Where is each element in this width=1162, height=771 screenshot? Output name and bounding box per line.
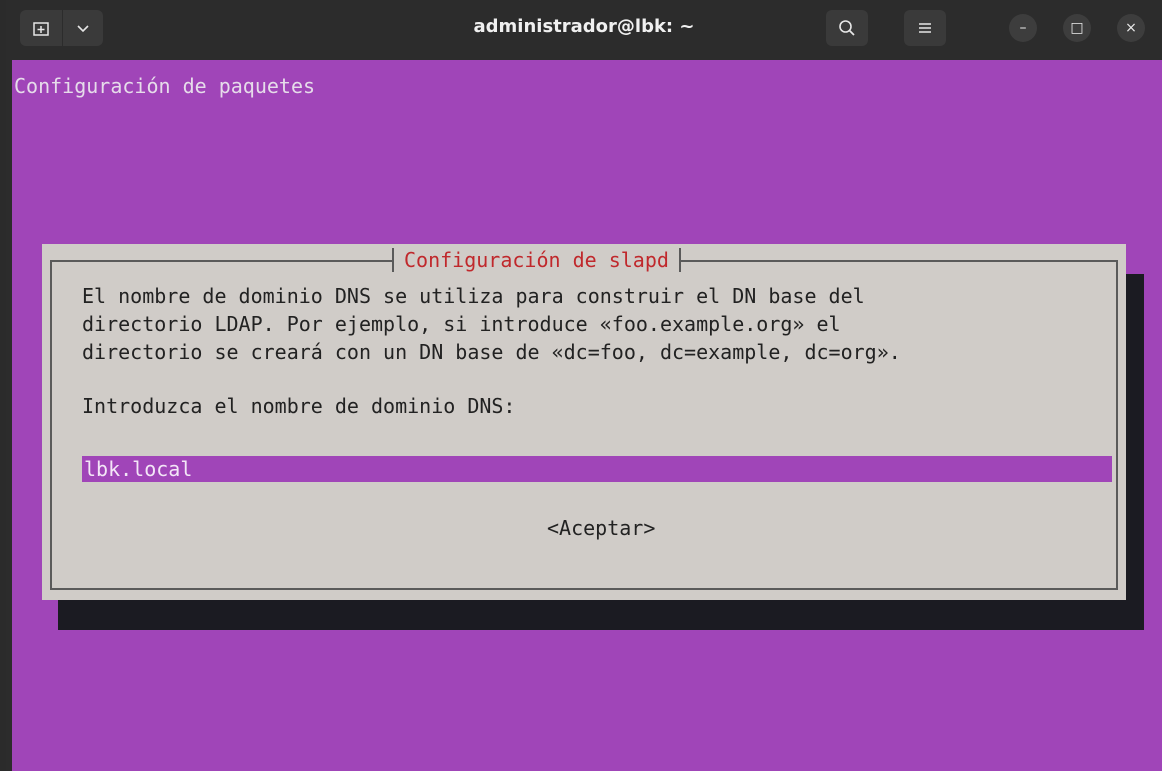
maximize-button[interactable]: □ — [1063, 14, 1091, 42]
slapd-config-dialog: Configuración de slapd El nombre de domi… — [42, 244, 1126, 600]
dns-domain-prompt: Introduzca el nombre de dominio DNS: — [82, 394, 516, 418]
minimize-button[interactable]: – — [1009, 14, 1037, 42]
maximize-icon: □ — [1070, 20, 1084, 36]
titlebar: administrador@lbk: ~ – □ × — [6, 0, 1162, 60]
hamburger-menu-icon — [919, 23, 931, 33]
package-config-header: Configuración de paquetes — [14, 74, 316, 98]
minimize-icon: – — [1019, 20, 1027, 36]
dialog-title: Configuración de slapd — [392, 248, 681, 272]
dialog-description: El nombre de dominio DNS se utiliza para… — [82, 284, 901, 364]
dns-domain-input[interactable] — [82, 456, 1112, 482]
menu-button[interactable] — [904, 10, 946, 46]
close-button[interactable]: × — [1117, 14, 1145, 42]
close-icon: × — [1125, 20, 1137, 36]
search-button[interactable] — [826, 10, 868, 46]
accept-button[interactable]: <Aceptar> — [547, 516, 655, 540]
search-icon — [839, 20, 855, 36]
terminal-window: administrador@lbk: ~ – □ × Configuración… — [6, 0, 1162, 771]
window-title: administrador@lbk: ~ — [473, 15, 695, 37]
terminal-area[interactable]: Configuración de paquetes Configuración … — [12, 60, 1162, 771]
